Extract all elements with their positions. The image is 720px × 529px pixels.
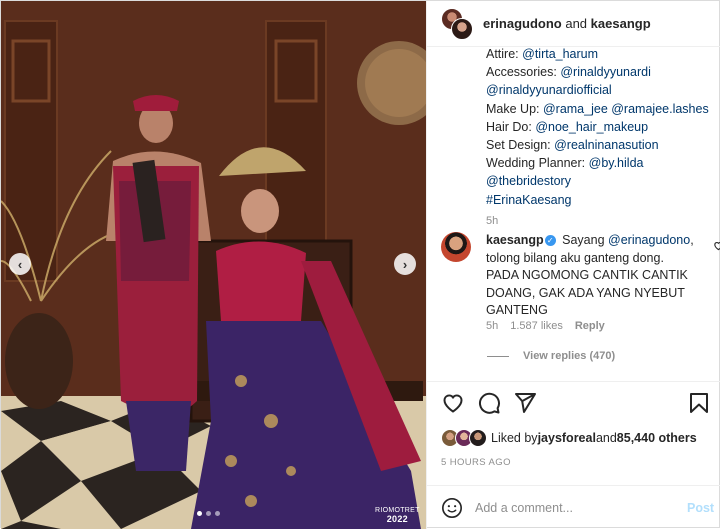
photo-illustration bbox=[1, 1, 426, 529]
bookmark-icon bbox=[690, 393, 708, 413]
chevron-right-icon: › bbox=[402, 256, 408, 272]
heart-icon bbox=[443, 394, 463, 413]
caption-line: @rinaldyyunardiofficial bbox=[486, 81, 716, 99]
likes-summary: Liked by jaysforeal and 85,440 others bbox=[441, 429, 697, 447]
watermark-brand: RIOMOTRET bbox=[375, 507, 420, 514]
author-link[interactable]: kaesangp bbox=[591, 16, 651, 31]
post-timestamp[interactable]: 5 HOURS AGO bbox=[441, 457, 511, 468]
post-comment-button[interactable]: Post bbox=[687, 501, 714, 515]
comment-bubble-icon bbox=[478, 392, 500, 414]
previous-photo-button[interactable]: ‹ bbox=[9, 253, 31, 275]
watermark-year: 2022 bbox=[386, 514, 408, 524]
heart-icon bbox=[714, 241, 720, 251]
caption-label: Make Up: bbox=[486, 101, 543, 116]
caption-mention[interactable]: @rinaldyyunardi bbox=[560, 65, 651, 79]
add-comment-bar: Post bbox=[441, 495, 714, 521]
comment-like-button[interactable] bbox=[713, 240, 720, 254]
verified-badge-icon: ✓ bbox=[544, 235, 556, 247]
carousel-indicator bbox=[197, 511, 220, 516]
caption-label: Hair Do: bbox=[486, 119, 536, 134]
comment-text-start: Sayang bbox=[558, 233, 609, 247]
emoji-icon bbox=[442, 498, 462, 518]
avatar[interactable] bbox=[441, 232, 471, 262]
caption-label: Attire: bbox=[486, 47, 523, 61]
post-photo[interactable]: ‹ › RIOMOTRET 2022 bbox=[1, 1, 426, 529]
likes-others-link[interactable]: 85,440 others bbox=[617, 431, 697, 445]
likes-prefix: Liked by bbox=[491, 431, 538, 445]
caption-mention[interactable]: @realninanasution bbox=[554, 138, 658, 152]
avatar bbox=[469, 429, 487, 447]
caption-line: @thebridestory bbox=[486, 172, 716, 190]
next-photo-button[interactable]: › bbox=[394, 253, 416, 275]
caption-time[interactable]: 5h bbox=[486, 215, 716, 227]
comment-time[interactable]: 5h bbox=[486, 320, 498, 332]
view-replies-button[interactable]: View replies (470) bbox=[487, 350, 615, 362]
caption-hashtag[interactable]: #ErinaKaesang bbox=[486, 193, 571, 207]
comment-input[interactable] bbox=[475, 498, 675, 518]
comment-username[interactable]: kaesangp bbox=[486, 233, 544, 247]
caption-label: Accessories: bbox=[486, 65, 561, 80]
caption-mention[interactable]: @noe_hair_makeup bbox=[535, 120, 648, 134]
author-joiner: and bbox=[565, 16, 588, 31]
divider bbox=[427, 381, 720, 382]
caption-line: #ErinaKaesang bbox=[486, 191, 716, 209]
save-button[interactable] bbox=[687, 391, 711, 415]
caption-line: Hair Do: @noe_hair_makeup bbox=[486, 118, 716, 136]
emoji-button[interactable] bbox=[441, 497, 463, 519]
post-caption: Attire: @tirta_harum Accessories: @rinal… bbox=[486, 45, 716, 227]
comment-text: kaesangp ✓ Sayang @erinagudono, tolong bi… bbox=[486, 232, 696, 320]
avatar[interactable] bbox=[451, 17, 473, 40]
caption-line: Wedding Planner: @by.hilda bbox=[486, 154, 716, 172]
caption-line: Attire: @tirta_harum bbox=[486, 45, 716, 63]
action-bar bbox=[441, 391, 711, 417]
liker-avatars bbox=[441, 429, 491, 447]
post-dialog: ‹ › RIOMOTRET 2022 erinagudono and kaesa… bbox=[0, 0, 720, 529]
carousel-dot bbox=[215, 511, 220, 516]
comment-mention[interactable]: @erinagudono bbox=[608, 233, 690, 247]
caption-label: Set Design: bbox=[486, 138, 555, 153]
caption-mention[interactable]: @tirta_harum bbox=[522, 47, 598, 61]
caption-mention[interactable]: @rinaldyyunardiofficial bbox=[486, 83, 612, 97]
share-button[interactable] bbox=[513, 391, 537, 415]
comment-meta: 5h 1.587 likes Reply bbox=[486, 320, 605, 332]
divider bbox=[487, 355, 509, 357]
collab-avatars[interactable] bbox=[441, 7, 473, 40]
post-header: erinagudono and kaesangp bbox=[427, 1, 720, 47]
liker-username[interactable]: jaysforeal bbox=[538, 431, 596, 445]
author-link[interactable]: erinagudono bbox=[483, 16, 562, 31]
divider bbox=[427, 485, 720, 486]
likes-joiner: and bbox=[595, 431, 617, 445]
caption-mention[interactable]: @by.hilda bbox=[589, 156, 644, 170]
carousel-dot bbox=[197, 511, 202, 516]
like-button[interactable] bbox=[441, 391, 465, 415]
caption-line: Accessories: @rinaldyyunardi bbox=[486, 63, 716, 81]
caption-mention[interactable]: @rama_jee @ramajee.lashes bbox=[543, 102, 709, 116]
comment-button[interactable] bbox=[477, 391, 501, 415]
caption-line: Set Design: @realninanasution bbox=[486, 136, 716, 154]
caption-mention[interactable]: @thebridestory bbox=[486, 174, 571, 188]
reply-button[interactable]: Reply bbox=[575, 320, 605, 332]
view-replies-label: View replies (470) bbox=[523, 350, 616, 362]
caption-label: Wedding Planner: bbox=[486, 156, 589, 171]
caption-line: Make Up: @rama_jee @ramajee.lashes bbox=[486, 100, 716, 118]
post-authors: erinagudono and kaesangp bbox=[483, 16, 651, 31]
carousel-dot bbox=[206, 511, 211, 516]
paper-plane-icon bbox=[515, 393, 536, 413]
comment-likes[interactable]: 1.587 likes bbox=[510, 320, 563, 332]
post-side-panel: erinagudono and kaesangp Attire: @tirta_… bbox=[426, 1, 720, 529]
chevron-left-icon: ‹ bbox=[17, 256, 23, 272]
photo-watermark: RIOMOTRET 2022 bbox=[375, 507, 420, 524]
